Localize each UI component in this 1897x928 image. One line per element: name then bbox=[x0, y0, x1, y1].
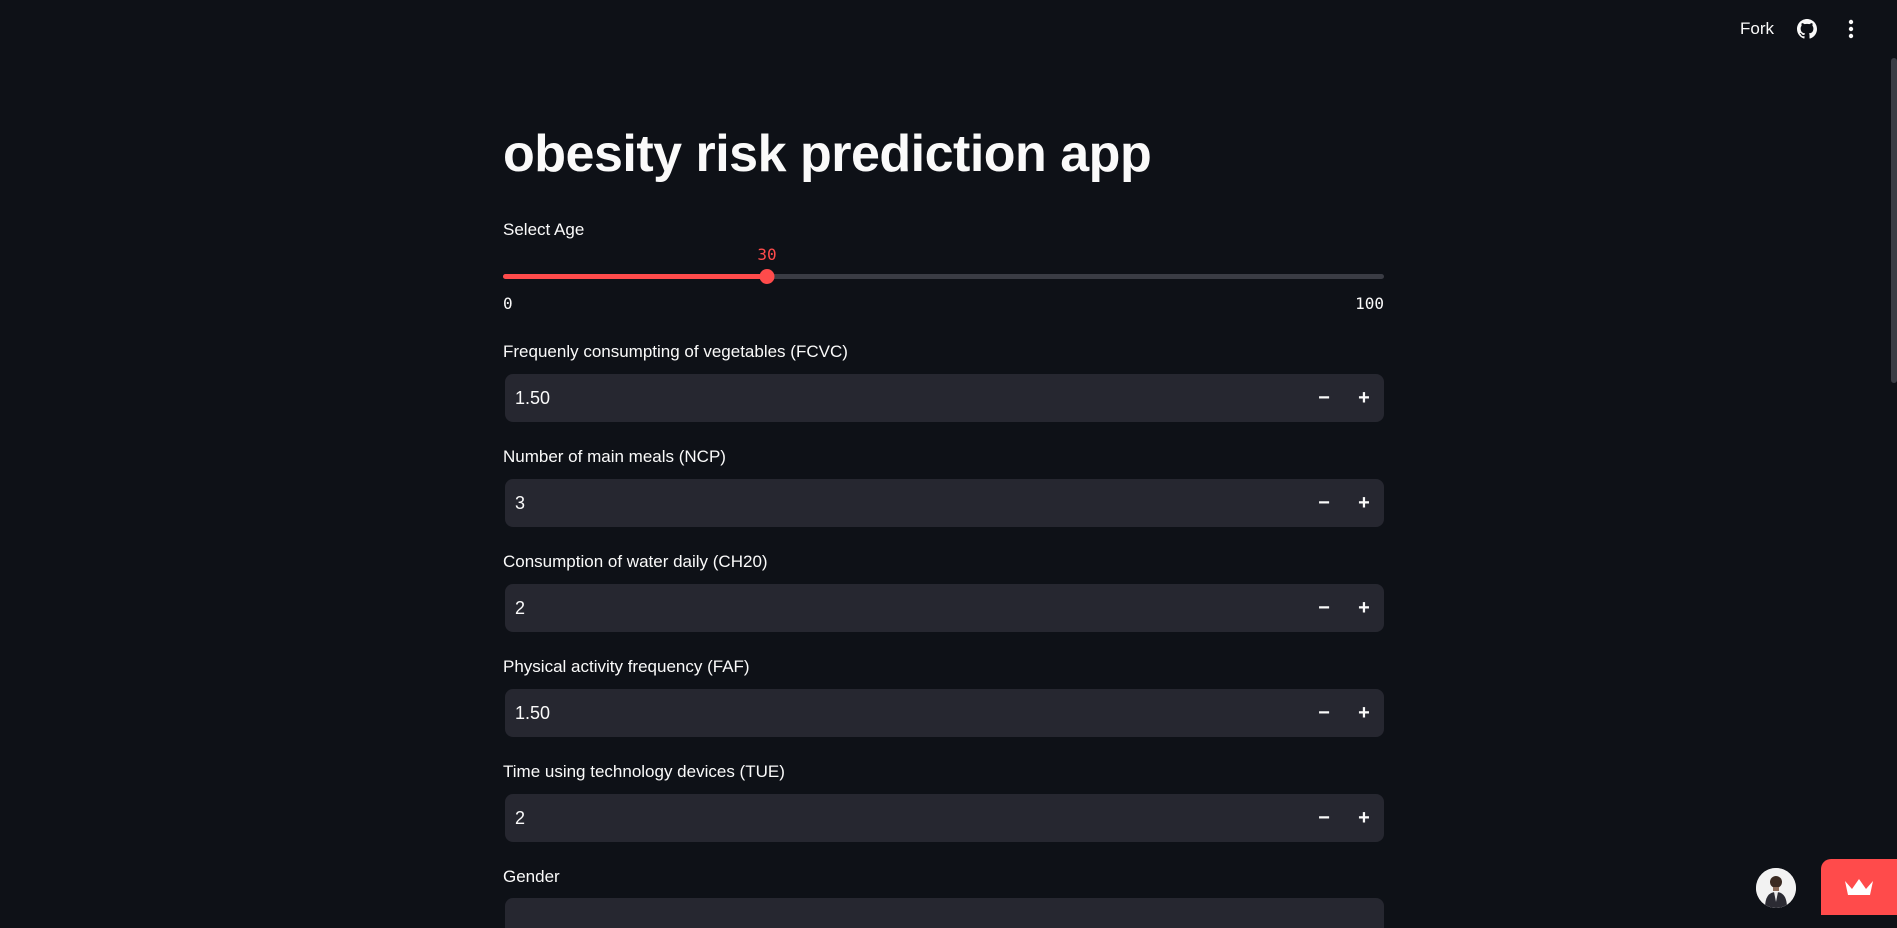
tue-label: Time using technology devices (TUE) bbox=[503, 762, 785, 781]
age-slider-track[interactable] bbox=[503, 269, 1384, 284]
faf-decrement-button[interactable]: − bbox=[1304, 689, 1344, 737]
tue-input[interactable]: 2 − + bbox=[505, 794, 1384, 842]
gender-select[interactable] bbox=[505, 898, 1384, 928]
ch2o-decrement-button[interactable]: − bbox=[1304, 584, 1344, 632]
ncp-value[interactable]: 3 bbox=[505, 493, 1304, 514]
age-slider-max: 100 bbox=[1355, 294, 1384, 313]
faf-label: Physical activity frequency (FAF) bbox=[503, 657, 750, 676]
gender-label: Gender bbox=[503, 867, 560, 886]
fcvc-label: Frequenly consumpting of vegetables (FCV… bbox=[503, 342, 848, 361]
age-slider-label: Select Age bbox=[503, 220, 585, 239]
more-vertical-icon[interactable] bbox=[1840, 18, 1862, 40]
faf-input[interactable]: 1.50 − + bbox=[505, 689, 1384, 737]
age-slider-value: 30 bbox=[757, 245, 777, 264]
ncp-decrement-button[interactable]: − bbox=[1304, 479, 1344, 527]
fcvc-decrement-button[interactable]: − bbox=[1304, 374, 1344, 422]
faf-value[interactable]: 1.50 bbox=[505, 703, 1304, 724]
page-title: obesity risk prediction app bbox=[503, 125, 1152, 183]
ncp-input[interactable]: 3 − + bbox=[505, 479, 1384, 527]
avatar[interactable] bbox=[1756, 868, 1796, 908]
fcvc-value[interactable]: 1.50 bbox=[505, 388, 1304, 409]
ncp-label: Number of main meals (NCP) bbox=[503, 447, 726, 466]
ch2o-label: Consumption of water daily (CH20) bbox=[503, 552, 768, 571]
toolbar: Fork bbox=[1597, 0, 1897, 58]
ch2o-value[interactable]: 2 bbox=[505, 598, 1304, 619]
faf-increment-button[interactable]: + bbox=[1344, 689, 1384, 737]
streamlit-crown-icon[interactable] bbox=[1821, 859, 1897, 915]
fcvc-input[interactable]: 1.50 − + bbox=[505, 374, 1384, 422]
scrollbar[interactable] bbox=[1891, 58, 1897, 383]
tue-increment-button[interactable]: + bbox=[1344, 794, 1384, 842]
github-icon[interactable] bbox=[1796, 18, 1818, 40]
ncp-increment-button[interactable]: + bbox=[1344, 479, 1384, 527]
age-slider-min: 0 bbox=[503, 294, 513, 313]
fcvc-increment-button[interactable]: + bbox=[1344, 374, 1384, 422]
fork-button[interactable]: Fork bbox=[1740, 19, 1774, 39]
age-slider[interactable]: 30 0 100 bbox=[503, 245, 1384, 315]
tue-value[interactable]: 2 bbox=[505, 808, 1304, 829]
ch2o-input[interactable]: 2 − + bbox=[505, 584, 1384, 632]
age-slider-fill bbox=[503, 274, 767, 279]
tue-decrement-button[interactable]: − bbox=[1304, 794, 1344, 842]
ch2o-increment-button[interactable]: + bbox=[1344, 584, 1384, 632]
age-slider-thumb[interactable] bbox=[759, 269, 775, 284]
